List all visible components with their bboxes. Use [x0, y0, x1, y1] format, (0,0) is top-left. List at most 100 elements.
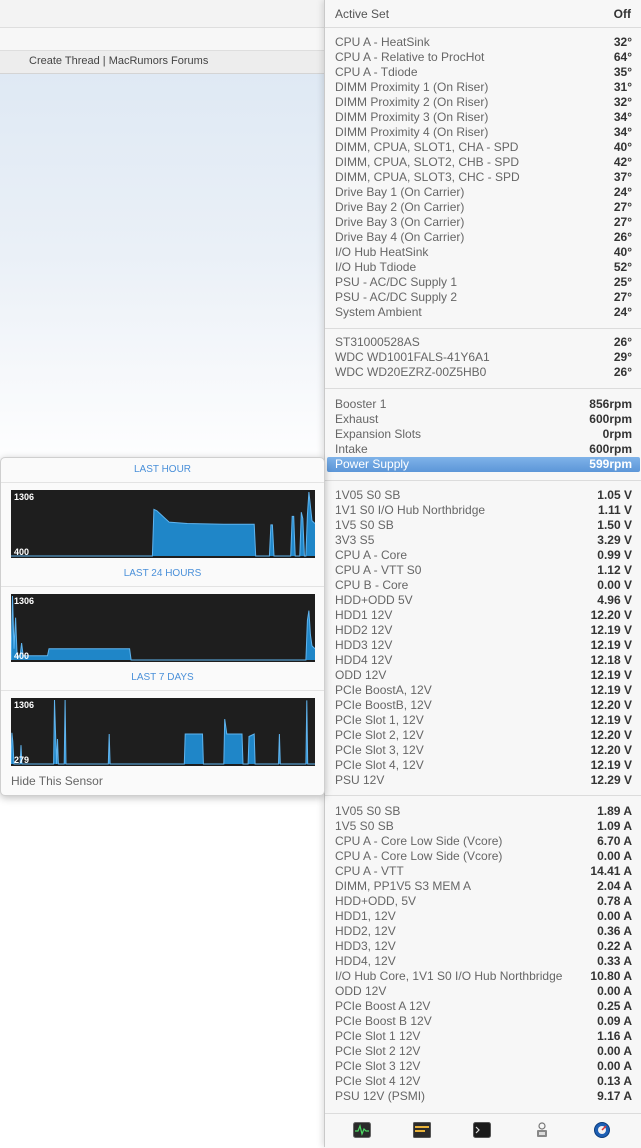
- temperature-sensor-row[interactable]: PSU - AC/DC Supply 1 25°: [325, 275, 641, 290]
- current-sensors-section: 1V05 S0 SB 1.89 A 1V5 S0 SB 1.09 A CPU A - C…: [325, 804, 641, 1104]
- current-sensor-row[interactable]: ODD 12V 0.00 A: [325, 984, 641, 999]
- voltage-sensor-row[interactable]: 1V5 S0 SB 1.50 V: [325, 518, 641, 533]
- voltage-sensor-row[interactable]: PCIe Slot 3, 12V 12.20 V: [325, 743, 641, 758]
- current-sensor-row[interactable]: PSU 12V (PSMI) 9.17 A: [325, 1089, 641, 1104]
- current-sensor-row[interactable]: PCIe Boost B 12V 0.09 A: [325, 1014, 641, 1029]
- voltage-sensor-row[interactable]: PCIe Slot 1, 12V 12.19 V: [325, 713, 641, 728]
- current-sensor-row[interactable]: PCIe Boost A 12V 0.25 A: [325, 999, 641, 1014]
- sensor-label: System Ambient: [335, 305, 422, 319]
- temperature-sensor-row[interactable]: CPU A - HeatSink 32°: [325, 35, 641, 50]
- voltage-sensor-row[interactable]: HDD3 12V 12.19 V: [325, 638, 641, 653]
- temperature-sensor-row[interactable]: DIMM Proximity 2 (On Riser) 32°: [325, 95, 641, 110]
- temperature-sensor-row[interactable]: CPU A - Relative to ProcHot 64°: [325, 50, 641, 65]
- period-separator: [1, 586, 324, 587]
- temperature-sensor-row[interactable]: DIMM Proximity 4 (On Riser) 34°: [325, 125, 641, 140]
- temperature-sensor-row[interactable]: I/O Hub HeatSink 40°: [325, 245, 641, 260]
- sensor-value: 0.00 V: [597, 578, 632, 592]
- current-sensor-row[interactable]: CPU A - Core Low Side (Vcore) 6.70 A: [325, 834, 641, 849]
- sensor-value: 26°: [613, 230, 632, 244]
- temperature-sensor-row[interactable]: PSU - AC/DC Supply 2 27°: [325, 290, 641, 305]
- temperature-sensor-row[interactable]: DIMM, CPUA, SLOT3, CHC - SPD 37°: [325, 170, 641, 185]
- current-sensor-row[interactable]: PCIe Slot 3 12V 0.00 A: [325, 1059, 641, 1074]
- voltage-sensor-row[interactable]: ODD 12V 12.19 V: [325, 668, 641, 683]
- fan-speed-row[interactable]: Power Supply 599rpm: [327, 457, 640, 472]
- temperature-sensor-row[interactable]: System Ambient 24°: [325, 305, 641, 320]
- sensor-value: 32°: [613, 35, 632, 49]
- terminal-icon[interactable]: [473, 1122, 491, 1138]
- sensor-label: PCIe BoostB, 12V: [335, 698, 432, 712]
- drive-temperatures-section: ST31000528AS 26° WDC WD1001FALS-41Y6A1 29° W…: [325, 335, 641, 380]
- temperature-sensor-row[interactable]: Drive Bay 1 (On Carrier) 24°: [325, 185, 641, 200]
- voltage-sensor-row[interactable]: PCIe BoostA, 12V 12.19 V: [325, 683, 641, 698]
- voltage-sensor-row[interactable]: HDD2 12V 12.19 V: [325, 623, 641, 638]
- voltage-sensor-row[interactable]: CPU B - Core 0.00 V: [325, 578, 641, 593]
- voltage-sensor-row[interactable]: CPU A - Core 0.99 V: [325, 548, 641, 563]
- current-sensor-row[interactable]: PCIe Slot 2 12V 0.00 A: [325, 1044, 641, 1059]
- temperature-sensor-row[interactable]: DIMM, CPUA, SLOT2, CHB - SPD 42°: [325, 155, 641, 170]
- sensor-value: 35°: [613, 65, 632, 79]
- voltage-sensor-row[interactable]: 1V05 S0 SB 1.05 V: [325, 488, 641, 503]
- current-sensor-row[interactable]: HDD2, 12V 0.36 A: [325, 924, 641, 939]
- current-sensor-row[interactable]: HDD1, 12V 0.00 A: [325, 909, 641, 924]
- voltage-sensor-row[interactable]: PCIe BoostB, 12V 12.20 V: [325, 698, 641, 713]
- temperature-sensor-row[interactable]: DIMM Proximity 1 (On Riser) 31°: [325, 80, 641, 95]
- current-sensor-row[interactable]: PCIe Slot 1 12V 1.16 A: [325, 1029, 641, 1044]
- voltage-sensor-row[interactable]: CPU A - VTT S0 1.12 V: [325, 563, 641, 578]
- sensor-value: 34°: [613, 125, 632, 139]
- sensor-label: CPU A - VTT S0: [335, 563, 422, 577]
- current-sensor-row[interactable]: HDD4, 12V 0.33 A: [325, 954, 641, 969]
- voltage-sensor-row[interactable]: HDD1 12V 12.20 V: [325, 608, 641, 623]
- disk-utility-icon[interactable]: [593, 1122, 611, 1138]
- voltage-sensor-row[interactable]: HDD+ODD 5V 4.96 V: [325, 593, 641, 608]
- period-title-last-24-hours: LAST 24 HOURS: [123, 568, 202, 579]
- temperature-sensor-row[interactable]: DIMM, CPUA, SLOT1, CHA - SPD 40°: [325, 140, 641, 155]
- hide-sensor-button[interactable]: Hide This Sensor: [11, 774, 103, 788]
- browser-tab-title[interactable]: Create Thread | MacRumors Forums: [29, 55, 208, 67]
- fan-speed-row[interactable]: Booster 1 856rpm: [325, 397, 641, 412]
- temperature-sensor-row[interactable]: Drive Bay 2 (On Carrier) 27°: [325, 200, 641, 215]
- fan-speed-row[interactable]: Exhaust 600rpm: [325, 412, 641, 427]
- sensor-label: DIMM Proximity 1 (On Riser): [335, 80, 489, 94]
- voltage-sensor-row[interactable]: PCIe Slot 2, 12V 12.20 V: [325, 728, 641, 743]
- current-sensor-row[interactable]: 1V05 S0 SB 1.89 A: [325, 804, 641, 819]
- drive-temperature-row[interactable]: ST31000528AS 26°: [325, 335, 641, 350]
- console-log-icon[interactable]: [413, 1122, 431, 1138]
- fan-speed-row[interactable]: Intake 600rpm: [325, 442, 641, 457]
- sensor-value: 40°: [613, 140, 632, 154]
- sensor-value: 12.29 V: [590, 773, 632, 787]
- temperature-sensor-row[interactable]: CPU A - Tdiode 35°: [325, 65, 641, 80]
- sensor-label: HDD1, 12V: [335, 909, 396, 923]
- sensor-value: 1.89 A: [597, 804, 632, 818]
- current-sensor-row[interactable]: DIMM, PP1V5 S3 MEM A 2.04 A: [325, 879, 641, 894]
- sensor-label: Drive Bay 2 (On Carrier): [335, 200, 465, 214]
- voltage-sensor-row[interactable]: HDD4 12V 12.18 V: [325, 653, 641, 668]
- temperature-sensor-row[interactable]: Drive Bay 4 (On Carrier) 26°: [325, 230, 641, 245]
- sensor-value: 0.09 A: [597, 1014, 632, 1028]
- temperature-sensor-row[interactable]: I/O Hub Tdiode 52°: [325, 260, 641, 275]
- sensor-label: WDC WD20EZRZ-00Z5HB0: [335, 365, 487, 379]
- drive-temperature-row[interactable]: WDC WD20EZRZ-00Z5HB0 26°: [325, 365, 641, 380]
- current-sensor-row[interactable]: CPU A - Core Low Side (Vcore) 0.00 A: [325, 849, 641, 864]
- active-set-item[interactable]: Active Set Off: [325, 0, 641, 27]
- drive-temperature-row[interactable]: WDC WD1001FALS-41Y6A1 29°: [325, 350, 641, 365]
- temperature-sensor-row[interactable]: DIMM Proximity 3 (On Riser) 34°: [325, 110, 641, 125]
- current-sensor-row[interactable]: 1V5 S0 SB 1.09 A: [325, 819, 641, 834]
- voltage-sensor-row[interactable]: 1V1 S0 I/O Hub Northbridge 1.11 V: [325, 503, 641, 518]
- voltage-sensor-row[interactable]: 3V3 S5 3.29 V: [325, 533, 641, 548]
- current-sensor-row[interactable]: CPU A - VTT 14.41 A: [325, 864, 641, 879]
- current-sensor-row[interactable]: PCIe Slot 4 12V 0.13 A: [325, 1074, 641, 1089]
- current-sensor-row[interactable]: I/O Hub Core, 1V1 S0 I/O Hub Northbridge…: [325, 969, 641, 984]
- script-editor-icon[interactable]: [533, 1122, 551, 1138]
- sensor-value: 600rpm: [589, 412, 632, 426]
- temperature-sensors-section: CPU A - HeatSink 32° CPU A - Relative to P…: [325, 35, 641, 320]
- activity-monitor-icon[interactable]: [353, 1122, 371, 1138]
- current-sensor-row[interactable]: HDD+ODD, 5V 0.78 A: [325, 894, 641, 909]
- fan-speed-row[interactable]: Expansion Slots 0rpm: [325, 427, 641, 442]
- voltage-sensor-row[interactable]: PSU 12V 12.29 V: [325, 773, 641, 788]
- current-sensor-row[interactable]: HDD3, 12V 0.22 A: [325, 939, 641, 954]
- voltage-sensor-row[interactable]: PCIe Slot 4, 12V 12.19 V: [325, 758, 641, 773]
- sensor-value: 0.99 V: [597, 548, 632, 562]
- sensor-value: 12.20 V: [590, 698, 632, 712]
- temperature-sensor-row[interactable]: Drive Bay 3 (On Carrier) 27°: [325, 215, 641, 230]
- sensor-label: 1V05 S0 SB: [335, 804, 401, 818]
